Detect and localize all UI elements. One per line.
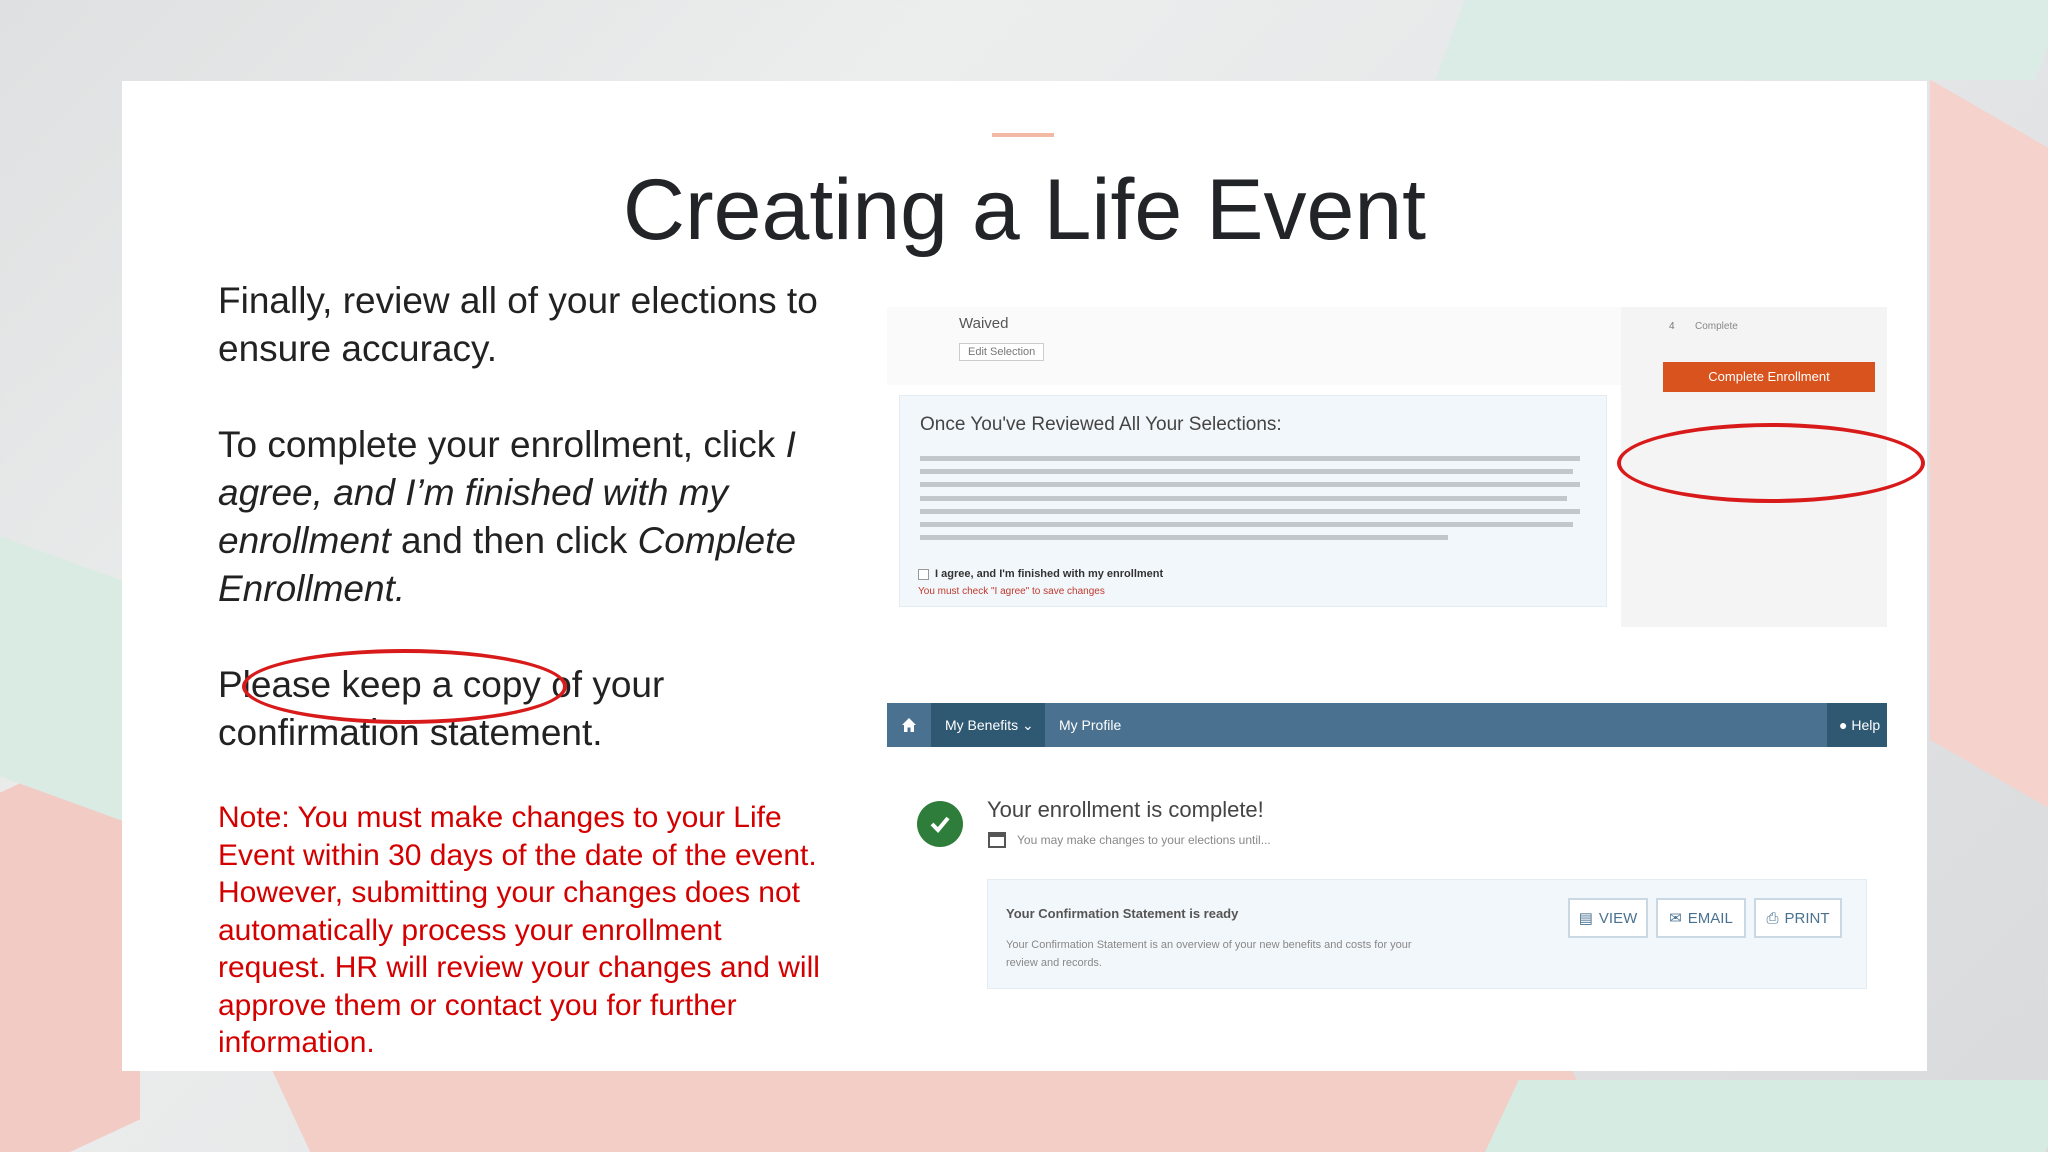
text-line bbox=[920, 521, 1574, 527]
nav-my-profile[interactable]: My Profile bbox=[1059, 703, 1121, 747]
background-shape bbox=[1481, 1080, 2048, 1152]
background-shape bbox=[272, 1070, 1628, 1152]
agree-label: I agree, and I'm finished with my enroll… bbox=[935, 568, 1164, 580]
agree-checkbox[interactable] bbox=[918, 568, 929, 580]
confirmation-title: Your Confirmation Statement is ready bbox=[1006, 906, 1239, 921]
may-change-text: You may make changes to your elections u… bbox=[1017, 833, 1271, 847]
step-label: Complete bbox=[1695, 321, 1738, 332]
agree-warning: You must check "I agree" to save changes bbox=[918, 586, 1105, 597]
step-number: 4 bbox=[1669, 321, 1675, 332]
calendar-icon bbox=[987, 829, 1007, 854]
background-shape bbox=[0, 536, 130, 824]
confirmation-screenshot: My Benefits ⌄ My Profile ● Help Your enr… bbox=[887, 703, 1887, 1033]
confirmation-statement-box: Your Confirmation Statement is ready You… bbox=[987, 879, 1867, 989]
highlight-circle-agree bbox=[242, 649, 567, 724]
waived-label: Waived bbox=[959, 315, 1009, 332]
waived-section: Waived Edit Selection bbox=[887, 307, 1627, 385]
complete-enrollment-button[interactable]: Complete Enrollment bbox=[1663, 362, 1875, 392]
print-button[interactable]: ⎙ PRINT bbox=[1754, 898, 1842, 938]
highlight-circle-complete bbox=[1617, 423, 1925, 503]
nav-help[interactable]: ● Help bbox=[1827, 703, 1887, 747]
text-line bbox=[920, 535, 1448, 541]
text-line bbox=[920, 495, 1567, 501]
review-heading: Once You've Reviewed All Your Selections… bbox=[920, 414, 1282, 435]
background-shape bbox=[1435, 0, 2048, 80]
slide-canvas: Creating a Life Event Finally, review al… bbox=[122, 81, 1927, 1071]
title-accent-line bbox=[992, 133, 1054, 137]
note-text: Note: You must make changes to your Life… bbox=[218, 801, 820, 1059]
confirmation-description: Your Confirmation Statement is an overvi… bbox=[1006, 939, 1412, 969]
top-nav-bar: My Benefits ⌄ My Profile ● Help bbox=[887, 703, 1887, 747]
enrollment-complete-heading: Your enrollment is complete! bbox=[987, 797, 1264, 822]
agree-checkbox-row[interactable]: I agree, and I'm finished with my enroll… bbox=[918, 568, 1163, 580]
slide-title: Creating a Life Event bbox=[622, 162, 1427, 258]
text-line bbox=[920, 508, 1580, 514]
chevron-down-icon: ⌄ bbox=[1022, 717, 1034, 733]
paragraph-review: Finally, review all of your elections to… bbox=[218, 280, 818, 369]
home-icon[interactable] bbox=[887, 703, 931, 747]
nav-my-benefits[interactable]: My Benefits ⌄ bbox=[931, 703, 1045, 747]
envelope-icon: ✉ bbox=[1669, 910, 1682, 927]
view-button[interactable]: ▤ VIEW bbox=[1568, 898, 1648, 938]
edit-selection-button[interactable]: Edit Selection bbox=[959, 343, 1045, 361]
review-panel: Once You've Reviewed All Your Selections… bbox=[899, 395, 1607, 607]
background-shape bbox=[1930, 79, 2048, 821]
document-icon: ▤ bbox=[1578, 910, 1593, 927]
email-button[interactable]: ✉ EMAIL bbox=[1656, 898, 1746, 938]
printer-icon: ⎙ bbox=[1766, 909, 1779, 927]
text-line bbox=[920, 456, 1580, 461]
help-icon: ● bbox=[1839, 717, 1848, 733]
success-check-icon bbox=[917, 801, 963, 847]
text-line bbox=[920, 469, 1574, 475]
acknowledgement-text bbox=[920, 456, 1580, 548]
paragraph-complete: To complete your enrollment, click I agr… bbox=[218, 424, 796, 609]
text-line bbox=[920, 482, 1580, 488]
